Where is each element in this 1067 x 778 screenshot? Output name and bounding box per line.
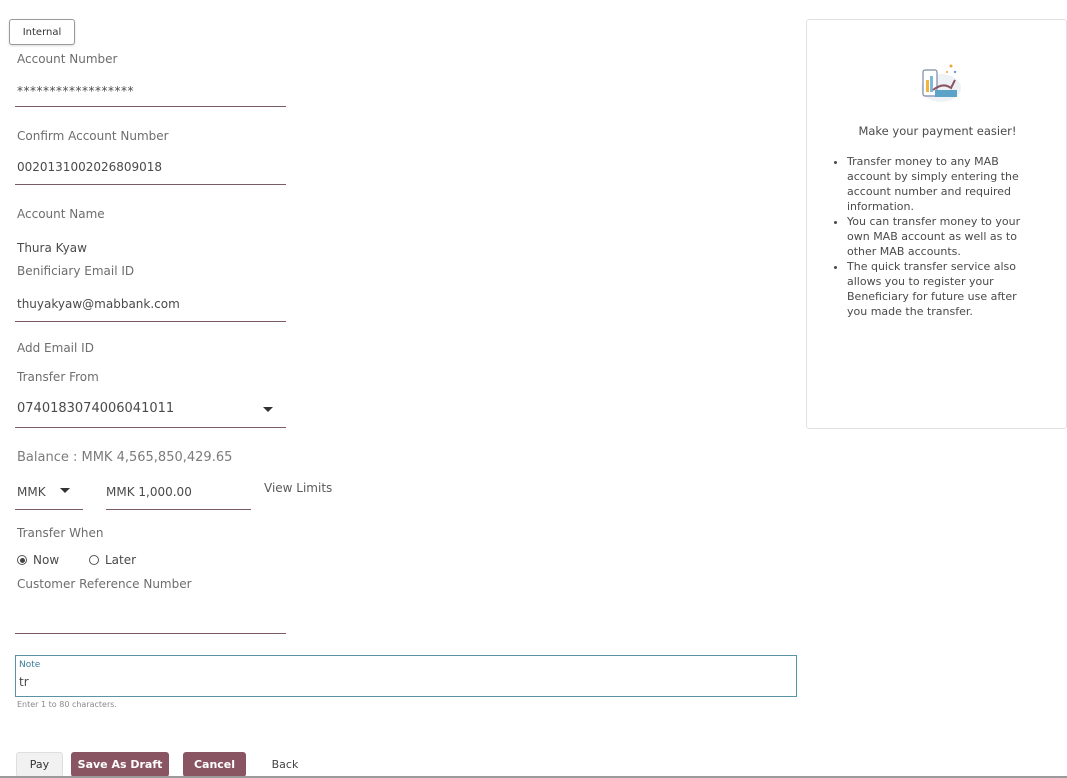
account-name-label: Account Name bbox=[17, 207, 105, 221]
balance-text: Balance : MMK 4,565,850,429.65 bbox=[17, 450, 233, 465]
info-bullet: Transfer money to any MAB account by sim… bbox=[847, 154, 1031, 214]
save-draft-button[interactable]: Save As Draft bbox=[71, 752, 169, 777]
radio-now-label: Now bbox=[33, 553, 60, 567]
account-number-label: Account Number bbox=[17, 52, 118, 66]
currency-underline bbox=[15, 509, 83, 510]
amount-field[interactable]: MMK 1,000.00 bbox=[106, 485, 192, 499]
info-panel: Make your payment easier! Transfer money… bbox=[806, 19, 1067, 429]
info-bullet-list: Transfer money to any MAB account by sim… bbox=[831, 154, 1031, 319]
email-label: Benificiary Email ID bbox=[17, 264, 135, 278]
add-email-link[interactable]: Add Email ID bbox=[17, 341, 94, 355]
email-field[interactable]: thuyakyaw@mabbank.com bbox=[17, 297, 180, 311]
confirm-account-field[interactable]: 0020131002026809018 bbox=[17, 160, 162, 174]
radio-later[interactable]: Later bbox=[89, 553, 136, 567]
account-number-underline bbox=[15, 106, 286, 107]
pay-button[interactable]: Pay bbox=[16, 752, 63, 777]
confirm-account-label: Confirm Account Number bbox=[17, 129, 169, 143]
info-bullet: The quick transfer service also allows y… bbox=[847, 259, 1031, 319]
note-hint: Enter 1 to 80 characters. bbox=[17, 700, 117, 709]
customer-ref-field[interactable] bbox=[17, 610, 285, 628]
transfer-from-label: Transfer From bbox=[17, 370, 99, 384]
customer-ref-underline bbox=[15, 633, 286, 634]
view-limits-link[interactable]: View Limits bbox=[264, 481, 332, 495]
info-bullet: You can transfer money to your own MAB a… bbox=[847, 214, 1031, 259]
chevron-down-icon bbox=[60, 488, 70, 493]
radio-unchecked-icon bbox=[89, 555, 99, 565]
customer-ref-label: Customer Reference Number bbox=[17, 577, 192, 591]
account-name-value: Thura Kyaw bbox=[17, 241, 87, 255]
info-title: Make your payment easier! bbox=[858, 124, 1017, 138]
note-field[interactable]: Note tr bbox=[15, 655, 797, 697]
transfer-from-value: 0740183074006041011 bbox=[17, 401, 175, 416]
email-underline bbox=[15, 321, 286, 322]
radio-checked-icon bbox=[17, 555, 27, 565]
internal-tab-button[interactable]: Internal bbox=[9, 19, 75, 45]
confirm-account-underline bbox=[15, 184, 286, 185]
note-value: tr bbox=[19, 675, 29, 689]
transfer-from-underline bbox=[15, 427, 286, 428]
account-number-field[interactable]: ****************** bbox=[17, 84, 134, 98]
radio-later-label: Later bbox=[105, 553, 137, 567]
transfer-from-select[interactable]: 0740183074006041011 bbox=[15, 398, 286, 422]
amount-underline bbox=[106, 509, 251, 510]
transfer-when-label: Transfer When bbox=[17, 526, 104, 540]
radio-now[interactable]: Now bbox=[17, 553, 59, 567]
chevron-down-icon bbox=[263, 407, 273, 412]
payment-illustration-icon bbox=[917, 60, 967, 106]
cancel-button[interactable]: Cancel bbox=[183, 752, 246, 777]
currency-select[interactable]: MMK bbox=[15, 482, 83, 508]
note-label: Note bbox=[19, 660, 41, 670]
currency-value: MMK bbox=[17, 485, 46, 499]
back-button[interactable]: Back bbox=[262, 752, 308, 777]
